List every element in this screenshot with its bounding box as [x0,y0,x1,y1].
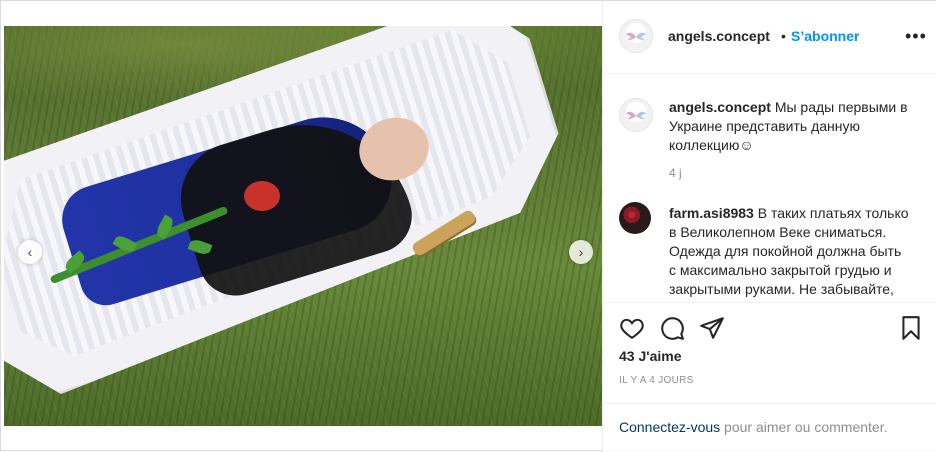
avatar[interactable] [619,98,653,132]
angel-wings-logo-icon [626,32,646,40]
comment-username[interactable]: angels.concept [669,99,771,115]
post-timestamp[interactable]: IL Y A 4 JOURS [619,375,694,386]
username-link[interactable]: angels.concept [668,28,770,44]
post-media-carousel[interactable]: ‹ › [4,26,602,426]
follow-button[interactable]: S’abonner [791,28,859,44]
comment-timestamp[interactable]: 4 j [669,166,682,180]
avatar[interactable] [619,202,651,234]
red-rose [244,181,280,211]
chevron-left-icon: ‹ [27,244,33,260]
chevron-right-icon: › [578,244,584,260]
carousel-next-button[interactable]: › [569,240,593,264]
login-prompt-bar: Connectez-vous pour aimer ou commenter. [603,403,936,452]
heart-icon[interactable] [619,315,645,341]
carousel-prev-button[interactable]: ‹ [18,240,42,264]
more-horizontal-icon[interactable]: ••• [905,27,927,45]
login-prompt: Connectez-vous pour aimer ou commenter. [619,419,887,435]
likes-count[interactable]: 43 J'aime [619,348,682,364]
bookmark-icon[interactable] [898,315,924,341]
comment-item: farm.asi8983 В таких платьях только в Ве… [669,204,909,299]
angel-wings-logo-icon [626,111,646,119]
post-actions: 43 J'aime IL Y A 4 JOURS Connectez-vous … [603,302,936,451]
avatar[interactable] [619,19,653,53]
login-link[interactable]: Connectez-vous [619,419,720,435]
comment-item: angels.concept Мы рады первыми в Украине… [669,98,909,155]
separator-dot: • [781,28,786,44]
post-modal: ‹ › angels.concept • S’abonner ••• angel… [0,0,936,451]
post-side-panel: angels.concept • S’abonner ••• angels.co… [602,1,936,451]
login-prompt-text: pour aimer ou commenter. [720,419,888,435]
post-header: angels.concept • S’abonner ••• [603,1,936,74]
comment-icon[interactable] [659,315,685,341]
comments-list[interactable]: angels.concept Мы рады первыми в Украине… [603,74,936,302]
paper-plane-icon[interactable] [699,315,725,341]
comment-username[interactable]: farm.asi8983 [669,205,754,221]
